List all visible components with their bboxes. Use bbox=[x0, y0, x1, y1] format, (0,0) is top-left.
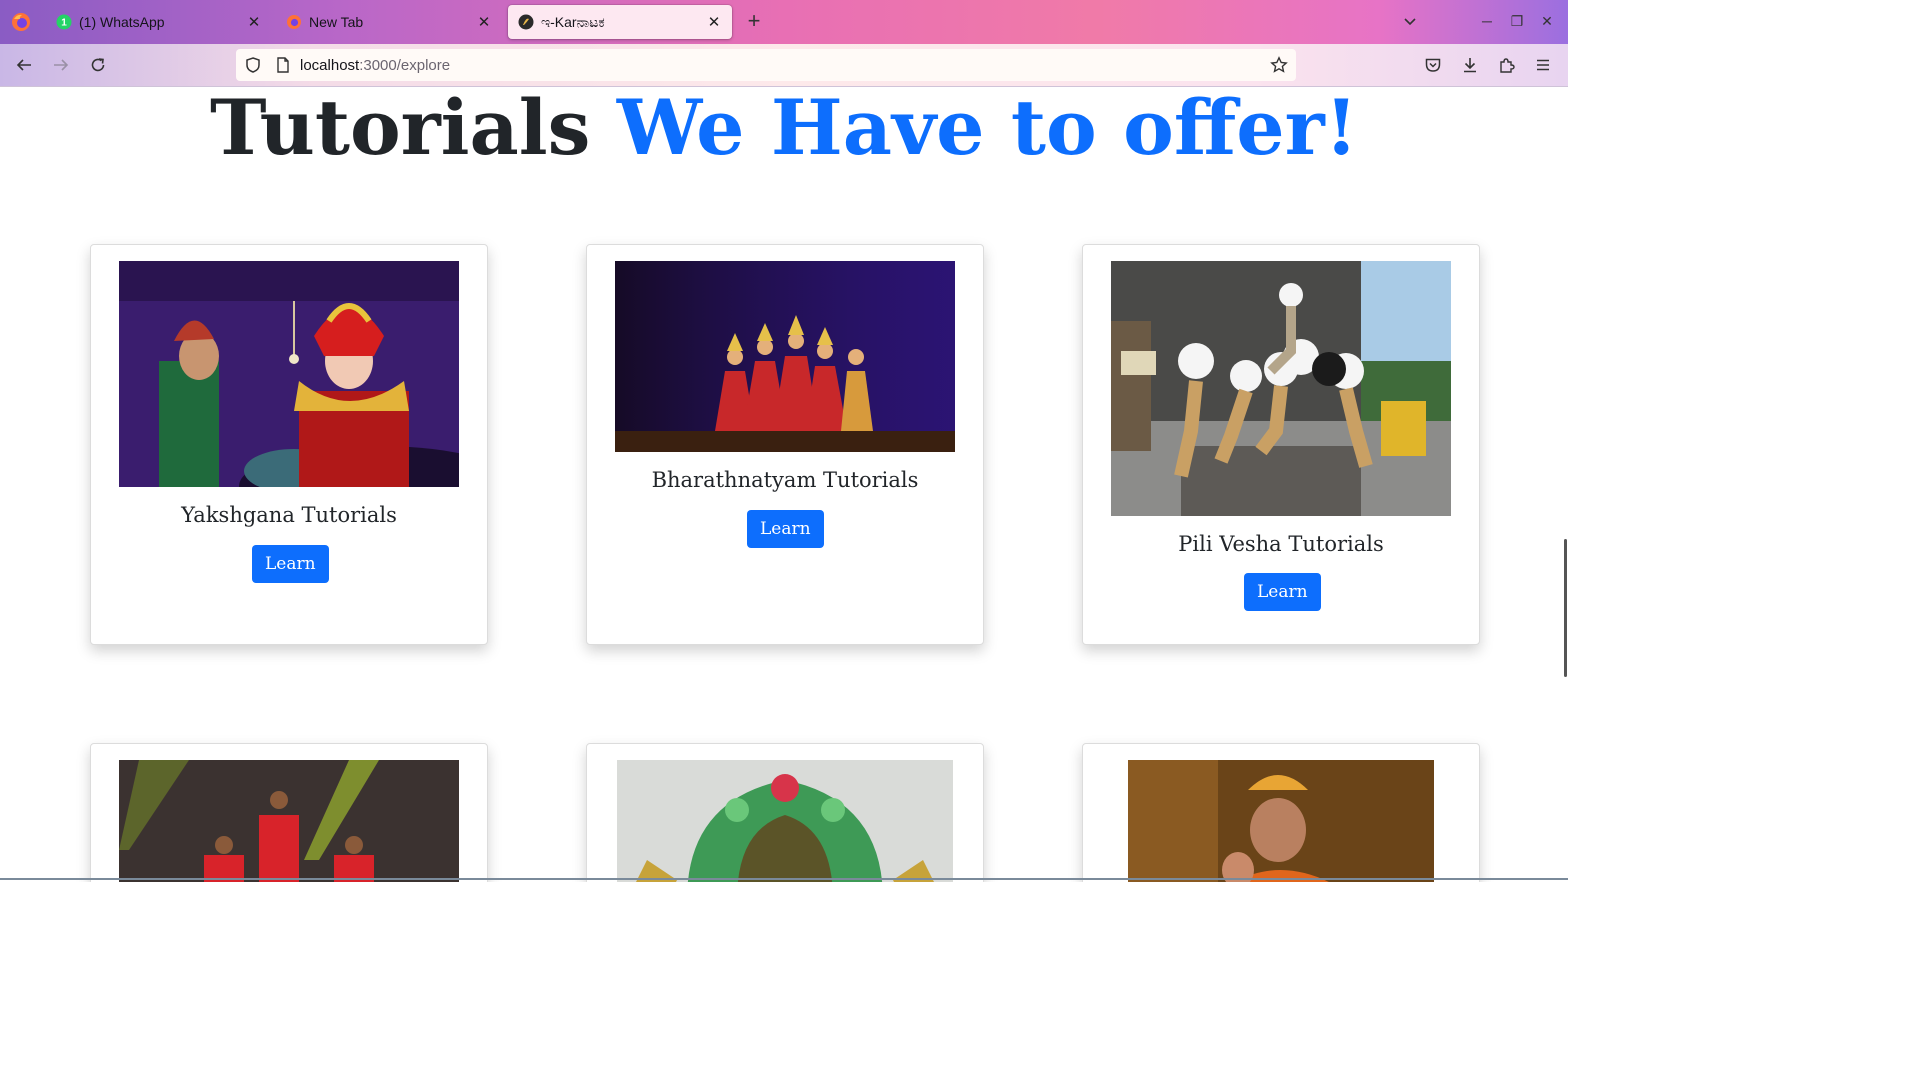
back-button[interactable] bbox=[12, 53, 36, 77]
url-text[interactable]: localhost:3000/explore bbox=[300, 57, 450, 74]
tab-whatsapp[interactable]: 1 (1) WhatsApp ✕ bbox=[46, 5, 272, 39]
bottom-divider bbox=[0, 878, 1568, 880]
tracking-protection-shield-icon[interactable] bbox=[244, 56, 262, 74]
pili-vesha-image bbox=[1111, 261, 1451, 516]
tutorial-card-pili-vesha: Pili Vesha Tutorials Learn bbox=[1082, 244, 1480, 645]
url-path: :3000/explore bbox=[359, 56, 451, 74]
forward-button[interactable] bbox=[49, 53, 73, 77]
bookmark-star-icon[interactable] bbox=[1270, 56, 1288, 74]
url-host: localhost bbox=[300, 56, 360, 74]
reload-button[interactable] bbox=[86, 53, 110, 77]
learn-button-pili-vesha[interactable]: Learn bbox=[1244, 573, 1321, 611]
tab-title: (1) WhatsApp bbox=[79, 14, 165, 30]
download-icon bbox=[1464, 58, 1476, 73]
tab-title: ಇ-Karನಾಟಕ bbox=[541, 13, 605, 30]
yakshagana-image bbox=[119, 261, 459, 487]
dance-performance-image bbox=[119, 760, 459, 882]
firefox-view-icon[interactable] bbox=[10, 11, 32, 33]
tab-title: New Tab bbox=[309, 14, 364, 30]
card-title: Yakshgana Tutorials bbox=[181, 503, 397, 527]
tutorial-card-row2-1 bbox=[90, 743, 488, 882]
hamburger-menu-icon bbox=[1537, 59, 1549, 71]
scrollbar-thumb[interactable] bbox=[1564, 539, 1567, 677]
tab-new-tab[interactable]: New Tab ✕ bbox=[276, 5, 502, 39]
bharatanatyam-image bbox=[615, 261, 955, 452]
page-info-icon[interactable] bbox=[274, 56, 292, 74]
svg-text:1: 1 bbox=[61, 18, 67, 29]
extensions-button[interactable] bbox=[1495, 53, 1519, 77]
page-heading: Tutorials We Have to offer! bbox=[0, 87, 1568, 172]
learn-button-bharatanatyam[interactable]: Learn bbox=[747, 510, 824, 548]
close-tab-icon[interactable]: ✕ bbox=[476, 14, 492, 31]
tab-e-karnataka[interactable]: ಇ-Karನಾಟಕ ✕ bbox=[508, 5, 732, 39]
minimize-icon[interactable]: ─ bbox=[1478, 12, 1496, 30]
firefox-icon bbox=[287, 15, 301, 29]
card-title: Pili Vesha Tutorials bbox=[1178, 532, 1384, 556]
navigation-toolbar: localhost:3000/explore bbox=[0, 44, 1568, 87]
site-logo-icon bbox=[518, 14, 534, 30]
tutorial-card-row2-3 bbox=[1082, 743, 1480, 882]
back-arrow-icon bbox=[16, 59, 31, 71]
downloads-button[interactable] bbox=[1458, 53, 1482, 77]
whatsapp-icon: 1 bbox=[56, 14, 72, 30]
close-tab-icon[interactable]: ✕ bbox=[246, 14, 262, 31]
tutorial-card-row2-2 bbox=[586, 743, 984, 882]
tutorial-card-bharatanatyam: Bharathnatyam Tutorials Learn bbox=[586, 244, 984, 645]
list-all-tabs-chevron-icon[interactable] bbox=[1402, 14, 1418, 30]
heading-accent-text: We Have to offer! bbox=[616, 87, 1358, 172]
puzzle-piece-icon bbox=[1500, 58, 1515, 73]
app-menu-button[interactable] bbox=[1531, 53, 1555, 77]
heading-dark-text: Tutorials bbox=[210, 87, 591, 172]
pocket-icon bbox=[1425, 58, 1441, 72]
card-title: Bharathnatyam Tutorials bbox=[651, 468, 919, 492]
window-close-icon[interactable]: ✕ bbox=[1538, 12, 1556, 30]
naga-crown-image bbox=[617, 760, 953, 882]
learn-button-yakshagana[interactable]: Learn bbox=[252, 545, 329, 583]
reload-icon bbox=[91, 58, 105, 72]
address-bar[interactable]: localhost:3000/explore bbox=[236, 49, 1296, 81]
page-content: Tutorials We Have to offer! Yakshgana Tu… bbox=[0, 87, 1568, 882]
close-tab-icon[interactable]: ✕ bbox=[706, 14, 722, 31]
tab-bar: 1 (1) WhatsApp ✕ New Tab ✕ ಇ-Karನಾಟಕ ✕ +… bbox=[0, 0, 1568, 44]
pocket-button[interactable] bbox=[1421, 53, 1445, 77]
dancer-portrait-image bbox=[1128, 760, 1434, 882]
new-tab-plus-icon[interactable]: + bbox=[744, 10, 764, 32]
forward-arrow-icon bbox=[54, 59, 69, 71]
restore-icon[interactable]: ❐ bbox=[1508, 12, 1526, 30]
tutorial-card-yakshagana: Yakshgana Tutorials Learn bbox=[90, 244, 488, 645]
